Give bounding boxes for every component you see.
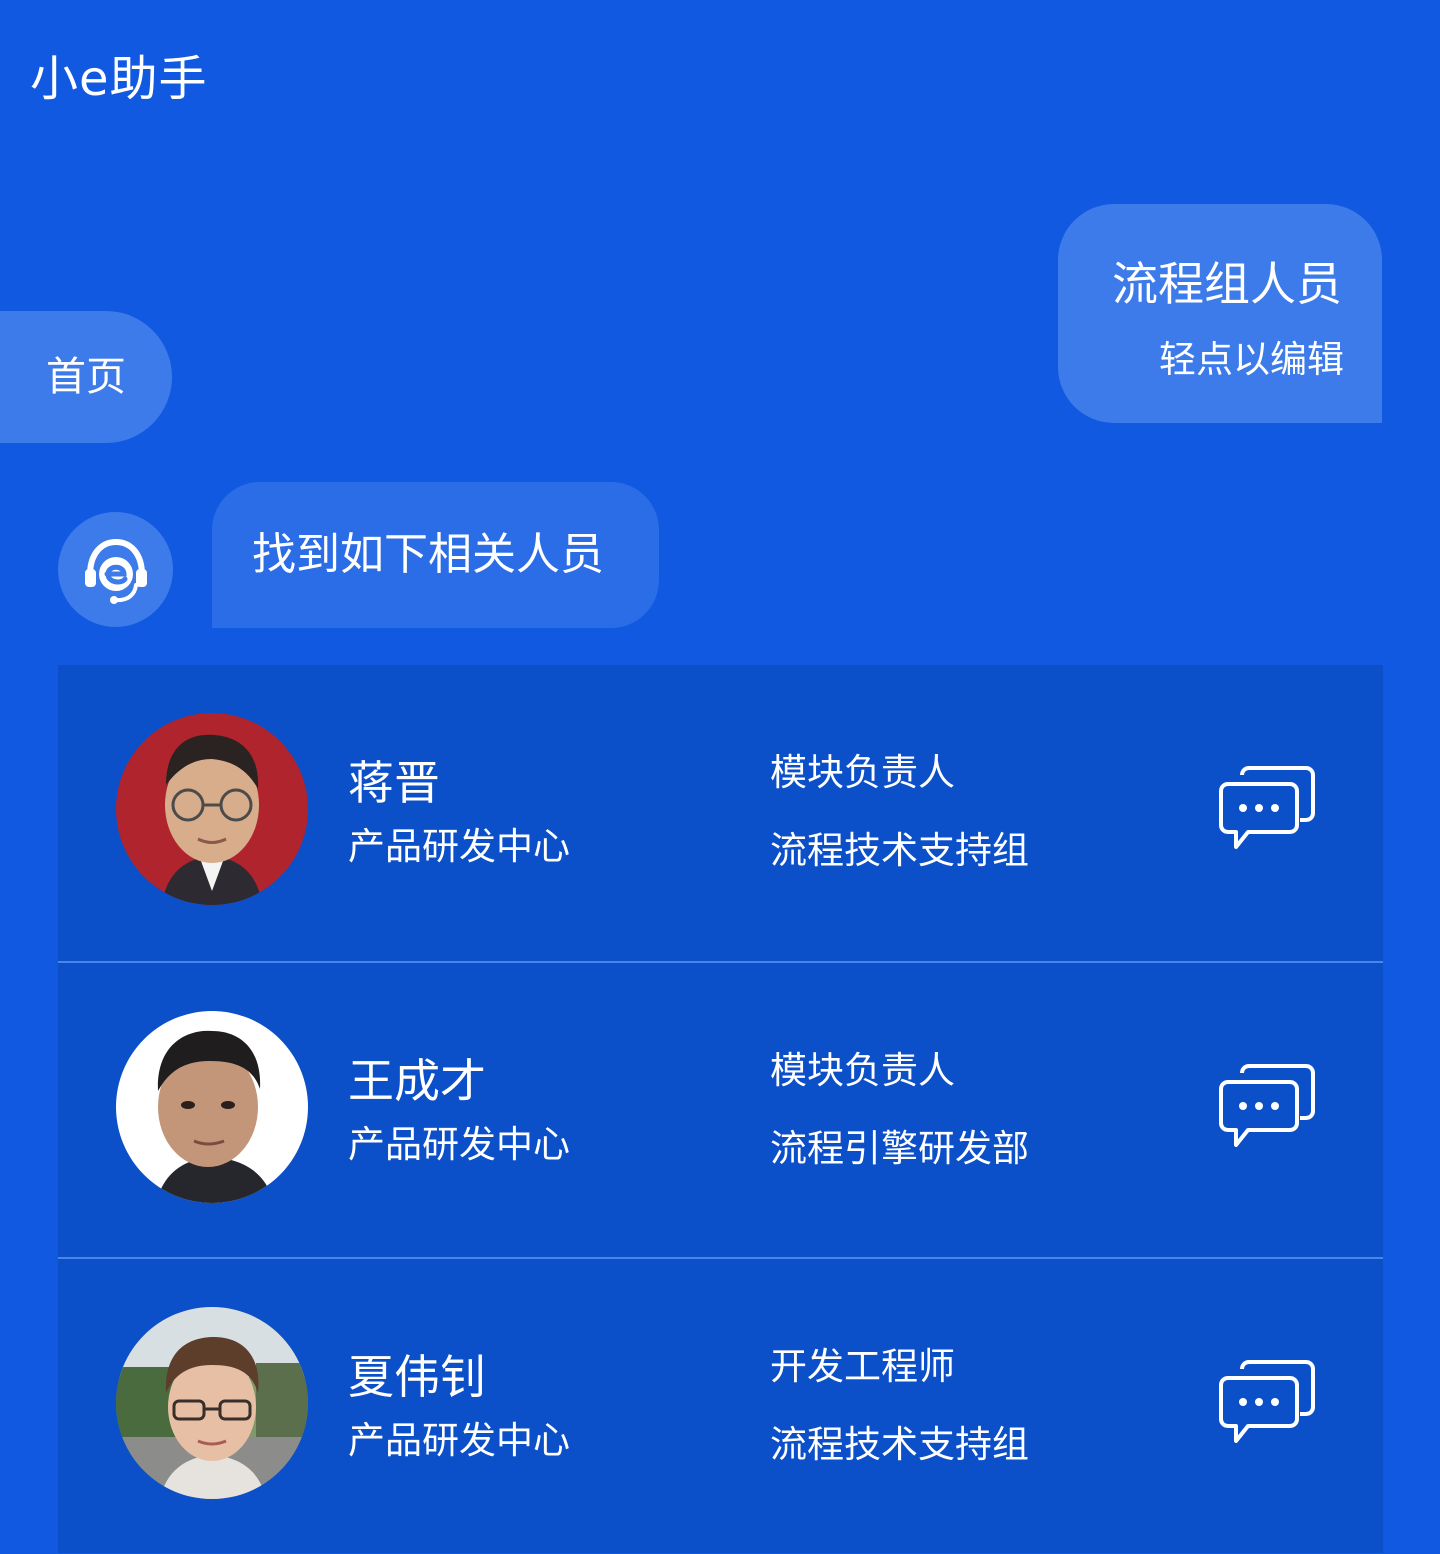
person-group: 流程引擎研发部	[770, 1127, 1029, 1170]
person-name: 夏伟钊	[348, 1350, 486, 1404]
avatar	[116, 1011, 308, 1203]
avatar	[116, 1307, 308, 1499]
app-title: 小e助手	[30, 51, 208, 107]
person-photo-icon	[116, 713, 308, 905]
bot-reply-bubble: 找到如下相关人员	[212, 482, 659, 628]
chat-button[interactable]	[1218, 1063, 1316, 1153]
person-name: 王成才	[348, 1054, 486, 1108]
chat-bubbles-icon	[1219, 1360, 1315, 1443]
person-department: 产品研发中心	[348, 825, 570, 868]
person-group: 流程技术支持组	[770, 1423, 1029, 1466]
result-list: 蒋晋 产品研发中心 模块负责人 流程技术支持组 王成才 产品研发中心 模块负责人…	[58, 665, 1383, 1553]
person-group: 流程技术支持组	[770, 829, 1029, 872]
avatar	[116, 713, 308, 905]
edit-hint[interactable]: 轻点以编辑	[1159, 336, 1344, 384]
person-role: 模块负责人	[770, 751, 955, 794]
person-card-3[interactable]: 夏伟钊 产品研发中心 开发工程师 流程技术支持组	[58, 1259, 1383, 1554]
person-department: 产品研发中心	[348, 1123, 570, 1166]
person-card-1[interactable]: 蒋晋 产品研发中心 模块负责人 流程技术支持组	[58, 665, 1383, 960]
chat-bubbles-icon	[1219, 766, 1315, 849]
bot-avatar	[58, 512, 173, 627]
headset-e-icon	[77, 531, 154, 608]
person-role: 模块负责人	[770, 1049, 955, 1092]
chat-button[interactable]	[1218, 1359, 1316, 1449]
user-query-bubble[interactable]: 流程组人员 轻点以编辑	[1058, 204, 1382, 423]
person-photo-icon	[116, 1307, 308, 1499]
chat-bubbles-icon	[1219, 1064, 1315, 1147]
person-name: 蒋晋	[348, 756, 440, 810]
person-photo-icon	[116, 1011, 308, 1203]
chat-button[interactable]	[1218, 765, 1316, 855]
person-role: 开发工程师	[770, 1345, 955, 1388]
home-button[interactable]: 首页	[0, 311, 172, 443]
user-query-text: 流程组人员	[1112, 257, 1342, 311]
person-card-2[interactable]: 王成才 产品研发中心 模块负责人 流程引擎研发部	[58, 963, 1383, 1258]
person-department: 产品研发中心	[348, 1419, 570, 1462]
